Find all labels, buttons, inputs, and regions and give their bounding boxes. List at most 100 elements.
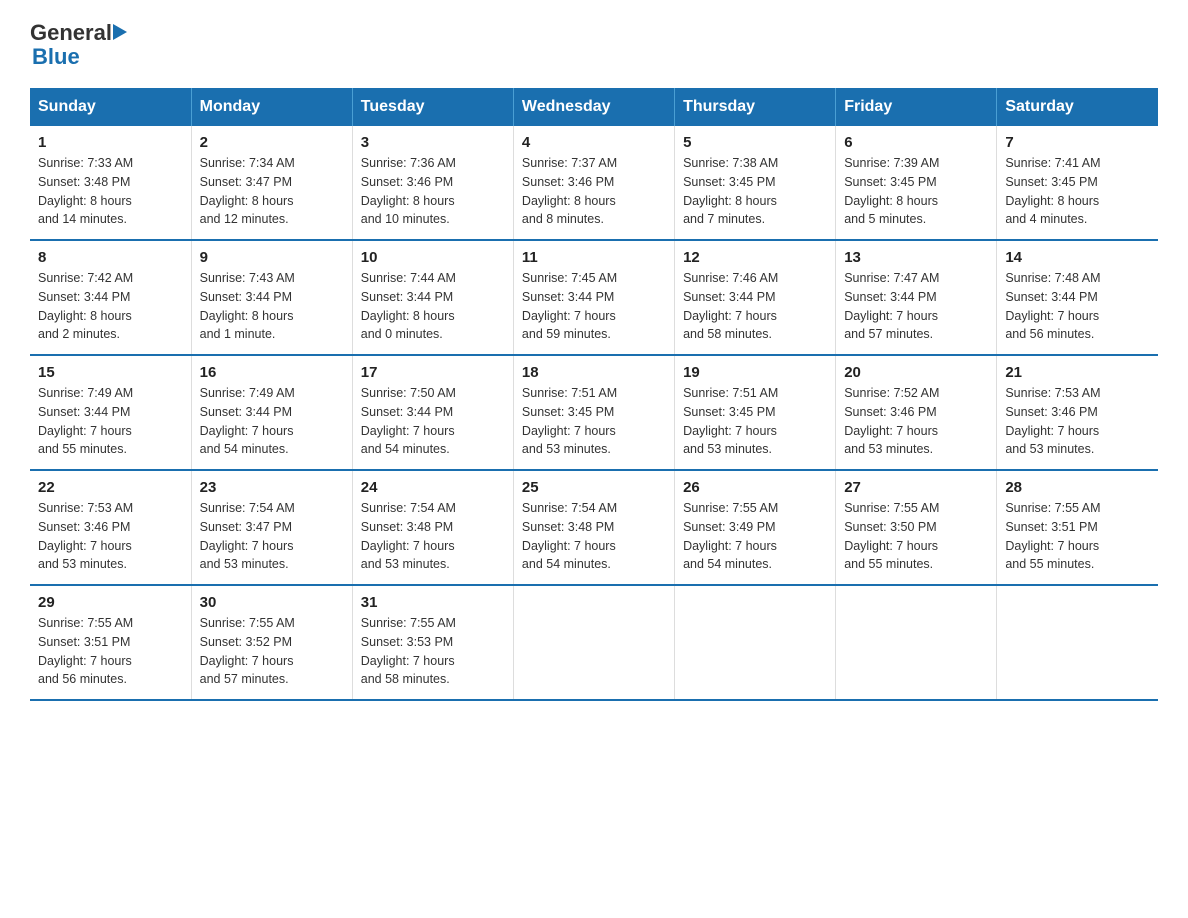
calendar-cell: 15 Sunrise: 7:49 AMSunset: 3:44 PMDaylig… [30,355,191,470]
day-info: Sunrise: 7:44 AMSunset: 3:44 PMDaylight:… [361,269,505,344]
day-info: Sunrise: 7:55 AMSunset: 3:50 PMDaylight:… [844,499,988,574]
day-info: Sunrise: 7:50 AMSunset: 3:44 PMDaylight:… [361,384,505,459]
week-row-3: 15 Sunrise: 7:49 AMSunset: 3:44 PMDaylig… [30,355,1158,470]
calendar-cell: 7 Sunrise: 7:41 AMSunset: 3:45 PMDayligh… [997,126,1158,240]
day-info: Sunrise: 7:54 AMSunset: 3:48 PMDaylight:… [522,499,666,574]
calendar-cell: 22 Sunrise: 7:53 AMSunset: 3:46 PMDaylig… [30,470,191,585]
header-wednesday: Wednesday [513,88,674,126]
calendar-cell: 27 Sunrise: 7:55 AMSunset: 3:50 PMDaylig… [836,470,997,585]
day-number: 4 [522,134,666,151]
calendar-cell [997,585,1158,700]
day-number: 25 [522,479,666,496]
week-row-4: 22 Sunrise: 7:53 AMSunset: 3:46 PMDaylig… [30,470,1158,585]
header-saturday: Saturday [997,88,1158,126]
week-row-2: 8 Sunrise: 7:42 AMSunset: 3:44 PMDayligh… [30,240,1158,355]
day-info: Sunrise: 7:41 AMSunset: 3:45 PMDaylight:… [1005,154,1150,229]
logo: General Blue [30,20,130,70]
day-info: Sunrise: 7:39 AMSunset: 3:45 PMDaylight:… [844,154,988,229]
day-number: 20 [844,364,988,381]
calendar-header-row: SundayMondayTuesdayWednesdayThursdayFrid… [30,88,1158,126]
calendar-cell: 29 Sunrise: 7:55 AMSunset: 3:51 PMDaylig… [30,585,191,700]
calendar-cell: 14 Sunrise: 7:48 AMSunset: 3:44 PMDaylig… [997,240,1158,355]
day-number: 18 [522,364,666,381]
day-info: Sunrise: 7:55 AMSunset: 3:53 PMDaylight:… [361,614,505,689]
day-info: Sunrise: 7:49 AMSunset: 3:44 PMDaylight:… [200,384,344,459]
header-thursday: Thursday [675,88,836,126]
day-info: Sunrise: 7:53 AMSunset: 3:46 PMDaylight:… [38,499,183,574]
calendar-cell: 19 Sunrise: 7:51 AMSunset: 3:45 PMDaylig… [675,355,836,470]
day-info: Sunrise: 7:37 AMSunset: 3:46 PMDaylight:… [522,154,666,229]
day-info: Sunrise: 7:45 AMSunset: 3:44 PMDaylight:… [522,269,666,344]
day-number: 11 [522,249,666,266]
calendar-cell [675,585,836,700]
day-number: 13 [844,249,988,266]
day-number: 21 [1005,364,1150,381]
day-info: Sunrise: 7:33 AMSunset: 3:48 PMDaylight:… [38,154,183,229]
calendar-cell: 16 Sunrise: 7:49 AMSunset: 3:44 PMDaylig… [191,355,352,470]
day-info: Sunrise: 7:54 AMSunset: 3:47 PMDaylight:… [200,499,344,574]
calendar-cell: 20 Sunrise: 7:52 AMSunset: 3:46 PMDaylig… [836,355,997,470]
day-number: 24 [361,479,505,496]
day-number: 9 [200,249,344,266]
logo-blue: Blue [32,44,80,69]
day-info: Sunrise: 7:55 AMSunset: 3:49 PMDaylight:… [683,499,827,574]
day-info: Sunrise: 7:36 AMSunset: 3:46 PMDaylight:… [361,154,505,229]
day-info: Sunrise: 7:51 AMSunset: 3:45 PMDaylight:… [683,384,827,459]
calendar-cell: 17 Sunrise: 7:50 AMSunset: 3:44 PMDaylig… [352,355,513,470]
day-info: Sunrise: 7:47 AMSunset: 3:44 PMDaylight:… [844,269,988,344]
calendar-cell: 9 Sunrise: 7:43 AMSunset: 3:44 PMDayligh… [191,240,352,355]
calendar-cell: 5 Sunrise: 7:38 AMSunset: 3:45 PMDayligh… [675,126,836,240]
day-number: 5 [683,134,827,151]
calendar-cell: 1 Sunrise: 7:33 AMSunset: 3:48 PMDayligh… [30,126,191,240]
calendar-cell: 6 Sunrise: 7:39 AMSunset: 3:45 PMDayligh… [836,126,997,240]
day-info: Sunrise: 7:51 AMSunset: 3:45 PMDaylight:… [522,384,666,459]
calendar-cell [513,585,674,700]
day-number: 22 [38,479,183,496]
day-number: 2 [200,134,344,151]
header-monday: Monday [191,88,352,126]
header-sunday: Sunday [30,88,191,126]
day-info: Sunrise: 7:46 AMSunset: 3:44 PMDaylight:… [683,269,827,344]
day-number: 27 [844,479,988,496]
day-number: 31 [361,594,505,611]
header-tuesday: Tuesday [352,88,513,126]
week-row-1: 1 Sunrise: 7:33 AMSunset: 3:48 PMDayligh… [30,126,1158,240]
calendar-cell [836,585,997,700]
day-number: 10 [361,249,505,266]
day-number: 15 [38,364,183,381]
day-number: 23 [200,479,344,496]
day-number: 14 [1005,249,1150,266]
calendar-cell: 26 Sunrise: 7:55 AMSunset: 3:49 PMDaylig… [675,470,836,585]
header-friday: Friday [836,88,997,126]
calendar-table: SundayMondayTuesdayWednesdayThursdayFrid… [30,88,1158,701]
day-info: Sunrise: 7:55 AMSunset: 3:51 PMDaylight:… [1005,499,1150,574]
day-number: 7 [1005,134,1150,151]
week-row-5: 29 Sunrise: 7:55 AMSunset: 3:51 PMDaylig… [30,585,1158,700]
day-number: 1 [38,134,183,151]
day-info: Sunrise: 7:55 AMSunset: 3:51 PMDaylight:… [38,614,183,689]
logo-arrow-icon [113,22,129,42]
day-number: 6 [844,134,988,151]
calendar-cell: 23 Sunrise: 7:54 AMSunset: 3:47 PMDaylig… [191,470,352,585]
page-header: General Blue [30,20,1158,70]
day-info: Sunrise: 7:48 AMSunset: 3:44 PMDaylight:… [1005,269,1150,344]
calendar-cell: 24 Sunrise: 7:54 AMSunset: 3:48 PMDaylig… [352,470,513,585]
calendar-cell: 28 Sunrise: 7:55 AMSunset: 3:51 PMDaylig… [997,470,1158,585]
calendar-cell: 31 Sunrise: 7:55 AMSunset: 3:53 PMDaylig… [352,585,513,700]
day-info: Sunrise: 7:55 AMSunset: 3:52 PMDaylight:… [200,614,344,689]
day-info: Sunrise: 7:42 AMSunset: 3:44 PMDaylight:… [38,269,183,344]
calendar-cell: 13 Sunrise: 7:47 AMSunset: 3:44 PMDaylig… [836,240,997,355]
day-number: 12 [683,249,827,266]
day-number: 8 [38,249,183,266]
day-info: Sunrise: 7:52 AMSunset: 3:46 PMDaylight:… [844,384,988,459]
day-info: Sunrise: 7:34 AMSunset: 3:47 PMDaylight:… [200,154,344,229]
calendar-cell: 18 Sunrise: 7:51 AMSunset: 3:45 PMDaylig… [513,355,674,470]
day-number: 26 [683,479,827,496]
day-info: Sunrise: 7:53 AMSunset: 3:46 PMDaylight:… [1005,384,1150,459]
calendar-cell: 12 Sunrise: 7:46 AMSunset: 3:44 PMDaylig… [675,240,836,355]
day-number: 17 [361,364,505,381]
calendar-cell: 3 Sunrise: 7:36 AMSunset: 3:46 PMDayligh… [352,126,513,240]
calendar-cell: 11 Sunrise: 7:45 AMSunset: 3:44 PMDaylig… [513,240,674,355]
day-number: 3 [361,134,505,151]
logo-general: General [30,20,112,46]
